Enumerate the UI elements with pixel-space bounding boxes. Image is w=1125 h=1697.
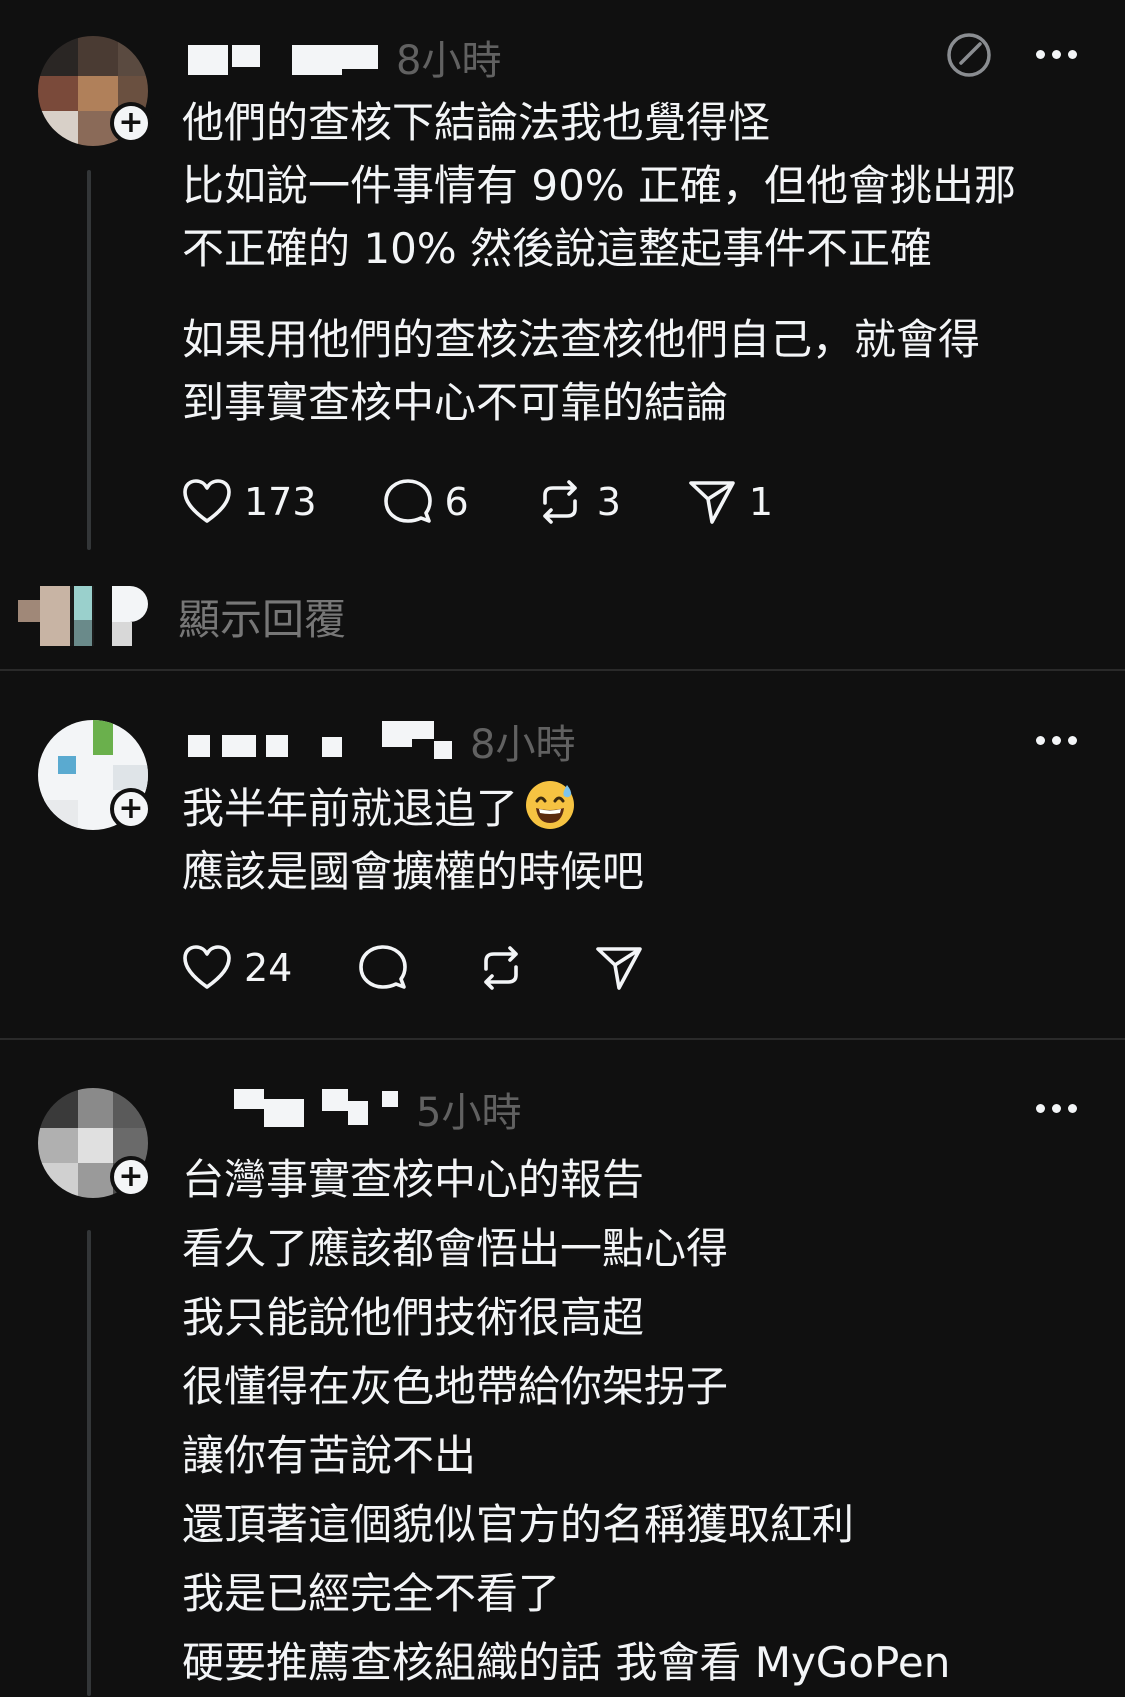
post-text-line: 比如說一件事情有 90% 正確，但他會挑出那	[182, 161, 1017, 210]
repost-count: 3	[596, 480, 621, 524]
follow-plus-icon[interactable]: +	[110, 788, 152, 830]
sweat-smile-emoji-icon	[526, 781, 575, 829]
comment-button[interactable]	[356, 941, 410, 995]
more-options-icon[interactable]	[1036, 1104, 1080, 1116]
username-redacted[interactable]	[182, 1089, 398, 1129]
post-1: + 8小時 他們的查核下結論法我也覺得怪 比如說一件事情有 90% 正確，但他會…	[0, 0, 1125, 640]
post-text-line: 如果用他們的查核法查核他們自己，就會得	[182, 315, 981, 364]
post-3: + 5小時 台灣事實查核中心的報告 看久了應該都會悟出一點心得 我只能說他們技術…	[0, 1040, 1125, 1696]
thread-line	[87, 1230, 91, 1696]
share-count: 1	[748, 480, 774, 524]
share-button[interactable]	[592, 941, 646, 995]
post-body: 他們的查核下結論法我也覺得怪 比如說一件事情有 90% 正確，但他會挑出那 不正…	[182, 91, 1102, 434]
repost-button[interactable]: 3	[533, 475, 621, 529]
comment-button[interactable]: 6	[381, 475, 469, 529]
like-button[interactable]: 173	[180, 475, 317, 529]
post-timestamp: 8小時	[470, 722, 576, 768]
post-text-line: 我是已經完全不看了	[182, 1569, 561, 1618]
post-text-line: 我只能說他們技術很高超	[182, 1293, 645, 1342]
follow-plus-icon[interactable]: +	[110, 102, 152, 144]
post-text-line: 還頂著這個貌似官方的名稱獲取紅利	[182, 1500, 855, 1549]
thread-line	[87, 170, 91, 550]
follow-plus-icon[interactable]: +	[110, 1156, 152, 1198]
post-text-line: 台灣事實查核中心的報告	[182, 1155, 645, 1204]
comment-icon	[383, 479, 432, 523]
post-text-line: 不正確的 10% 然後說這整起事件不正確	[182, 224, 933, 273]
post-text-line: 看久了應該都會悟出一點心得	[182, 1224, 729, 1273]
post-text-line: 讓你有苦說不出	[182, 1431, 477, 1480]
post-text-segment: 我半年前就退追了	[182, 784, 519, 833]
post-timestamp: 8小時	[396, 38, 502, 84]
post-text-line: 硬要推薦查核組織的話 我會看 MyGoPen	[182, 1638, 951, 1687]
comment-icon	[359, 945, 408, 989]
share-button[interactable]: 1	[685, 475, 773, 529]
post-text-line: 應該是國會擴權的時候吧	[182, 847, 645, 896]
action-bar: 24	[180, 940, 710, 996]
post-body: 台灣事實查核中心的報告 看久了應該都會悟出一點心得 我只能說他們技術很高超 很懂…	[182, 1145, 1102, 1697]
post-2: + 8小時 我半年前就退追了 應該是國會擴權的時候吧 24	[0, 670, 1125, 1040]
post-timestamp: 5小時	[416, 1090, 522, 1136]
action-bar: 173 6 3 1	[180, 474, 837, 530]
repost-icon	[542, 480, 577, 524]
username-redacted[interactable]	[182, 37, 378, 77]
like-count: 24	[244, 946, 293, 990]
show-replies-label[interactable]: 顯示回覆	[178, 586, 346, 647]
post-text-line: 我半年前就退追了	[182, 777, 1102, 840]
post-text-line: 到事實查核中心不可靠的結論	[182, 378, 729, 427]
post-header: 8小時	[182, 32, 501, 84]
send-icon	[596, 947, 643, 990]
more-options-icon[interactable]	[1036, 50, 1080, 62]
heart-icon	[183, 479, 231, 523]
repost-icon	[484, 946, 519, 990]
username-redacted[interactable]	[182, 721, 452, 761]
post-text-line: 很懂得在灰色地帶給你架拐子	[182, 1362, 729, 1411]
post-header: 8小時	[182, 716, 575, 768]
repost-button[interactable]	[474, 941, 528, 995]
comment-count: 6	[444, 480, 469, 524]
more-options-icon[interactable]	[1036, 736, 1080, 748]
post-header: 5小時	[182, 1084, 521, 1136]
post-text-line: 他們的查核下結論法我也覺得怪	[182, 98, 771, 147]
like-button[interactable]: 24	[180, 941, 292, 995]
like-count: 173	[244, 480, 317, 524]
post-body: 我半年前就退追了 應該是國會擴權的時候吧	[182, 777, 1102, 903]
heart-icon	[183, 945, 231, 989]
edit-icon[interactable]	[946, 32, 992, 78]
send-icon	[689, 481, 735, 524]
show-replies-row[interactable]: 顯示回覆	[0, 580, 1125, 660]
reply-avatars	[18, 586, 150, 646]
